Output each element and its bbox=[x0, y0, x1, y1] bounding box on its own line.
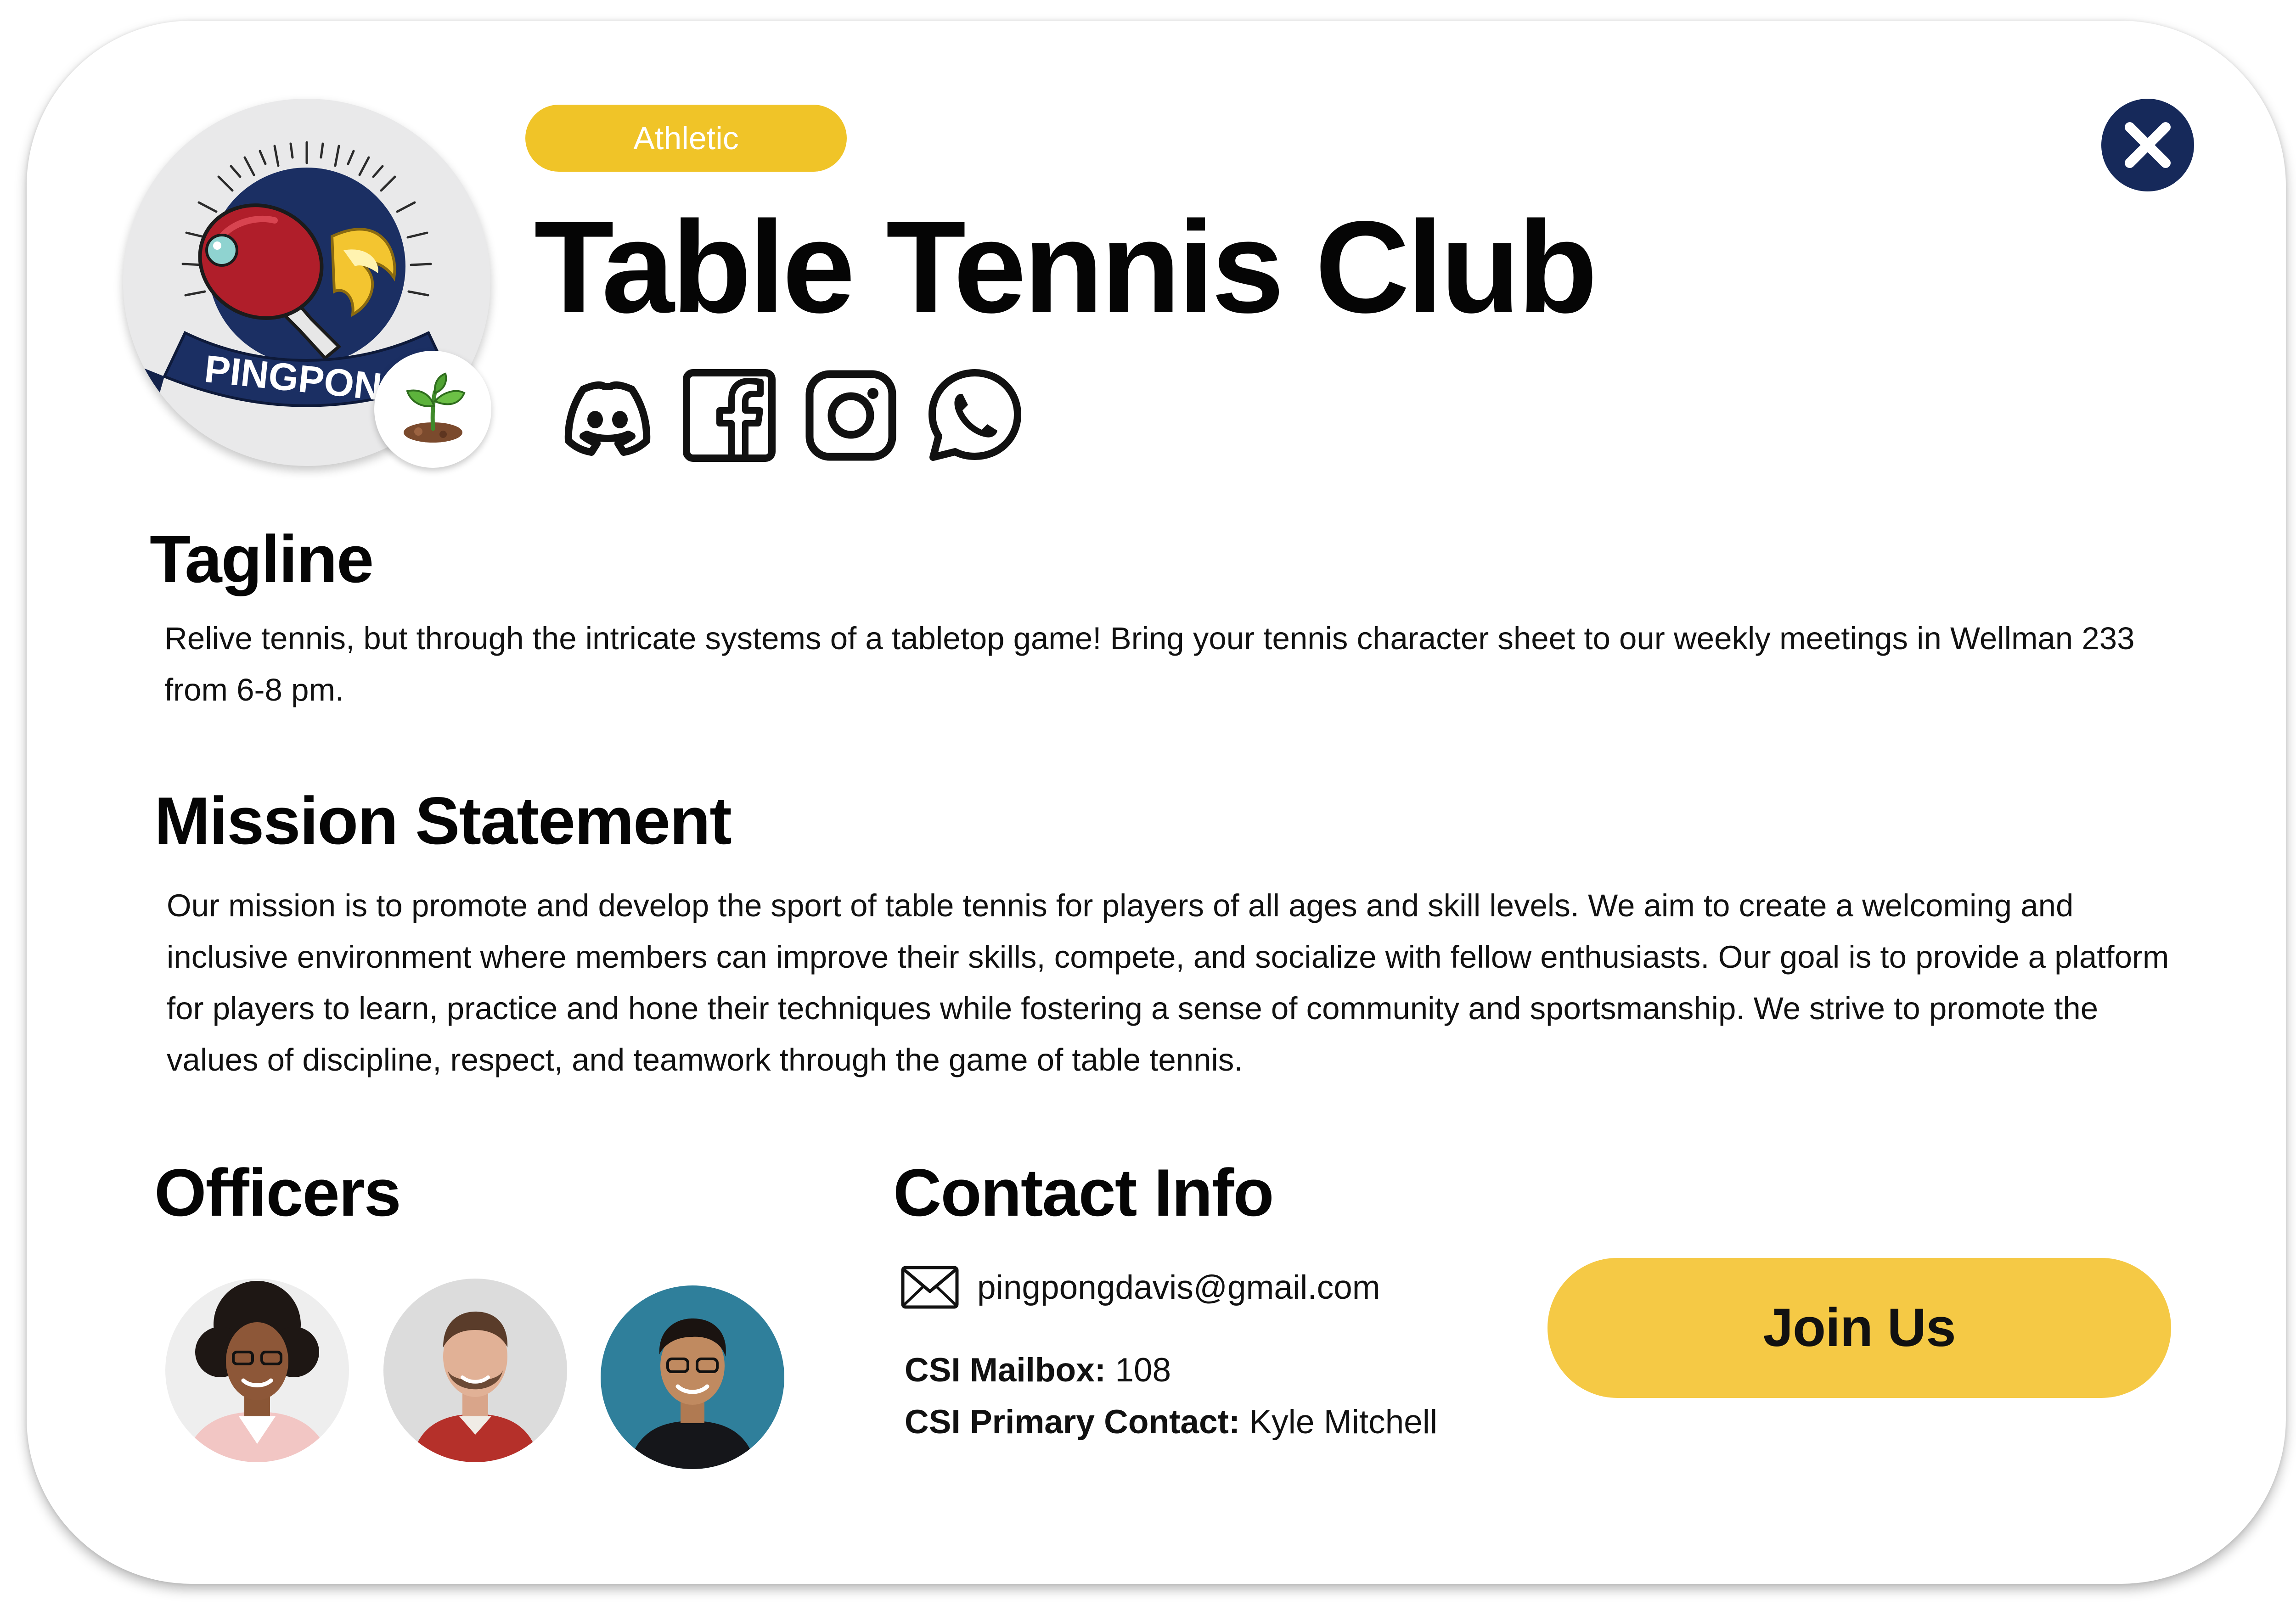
csi-primary-contact-label: CSI Primary Contact: bbox=[905, 1403, 1240, 1441]
join-button[interactable]: Join Us bbox=[1548, 1258, 2171, 1398]
facebook-icon[interactable] bbox=[676, 363, 782, 468]
tagline-text: Relive tennis, but through the intricate… bbox=[164, 621, 2135, 707]
club-detail-card: PINGPONG Athletic Table Tennis Club Tagl… bbox=[27, 21, 2286, 1584]
close-button[interactable] bbox=[2101, 99, 2194, 191]
whatsapp-icon[interactable] bbox=[922, 363, 1028, 468]
instagram-icon[interactable] bbox=[798, 363, 904, 468]
officer-avatar[interactable] bbox=[383, 1279, 567, 1462]
csi-primary-contact-value: Kyle Mitchell bbox=[1249, 1403, 1438, 1441]
contact-email[interactable]: pingpongdavis@gmail.com bbox=[977, 1260, 1380, 1315]
csi-mailbox-label: CSI Mailbox: bbox=[905, 1352, 1106, 1389]
officer-avatar[interactable] bbox=[165, 1279, 349, 1462]
mission-text: Our mission is to promote and develop th… bbox=[167, 888, 2169, 1077]
club-title: Table Tennis Club bbox=[534, 194, 1598, 340]
close-icon bbox=[2125, 122, 2171, 168]
seedling-icon bbox=[404, 372, 466, 443]
csi-mailbox: CSI Mailbox: 108 bbox=[905, 1343, 1171, 1398]
csi-primary-contact: CSI Primary Contact: Kyle Mitchell bbox=[905, 1395, 1437, 1450]
mail-icon bbox=[900, 1265, 960, 1311]
csi-mailbox-value: 108 bbox=[1115, 1352, 1171, 1389]
tagline-heading: Tagline bbox=[150, 522, 374, 596]
category-badge: Athletic bbox=[525, 105, 847, 172]
contact-heading: Contact Info bbox=[893, 1155, 1274, 1230]
seedling-badge bbox=[374, 351, 491, 468]
officers-heading: Officers bbox=[154, 1155, 401, 1230]
officer-avatar[interactable] bbox=[601, 1285, 784, 1469]
discord-icon[interactable] bbox=[555, 363, 660, 468]
mission-heading: Mission Statement bbox=[154, 783, 732, 858]
